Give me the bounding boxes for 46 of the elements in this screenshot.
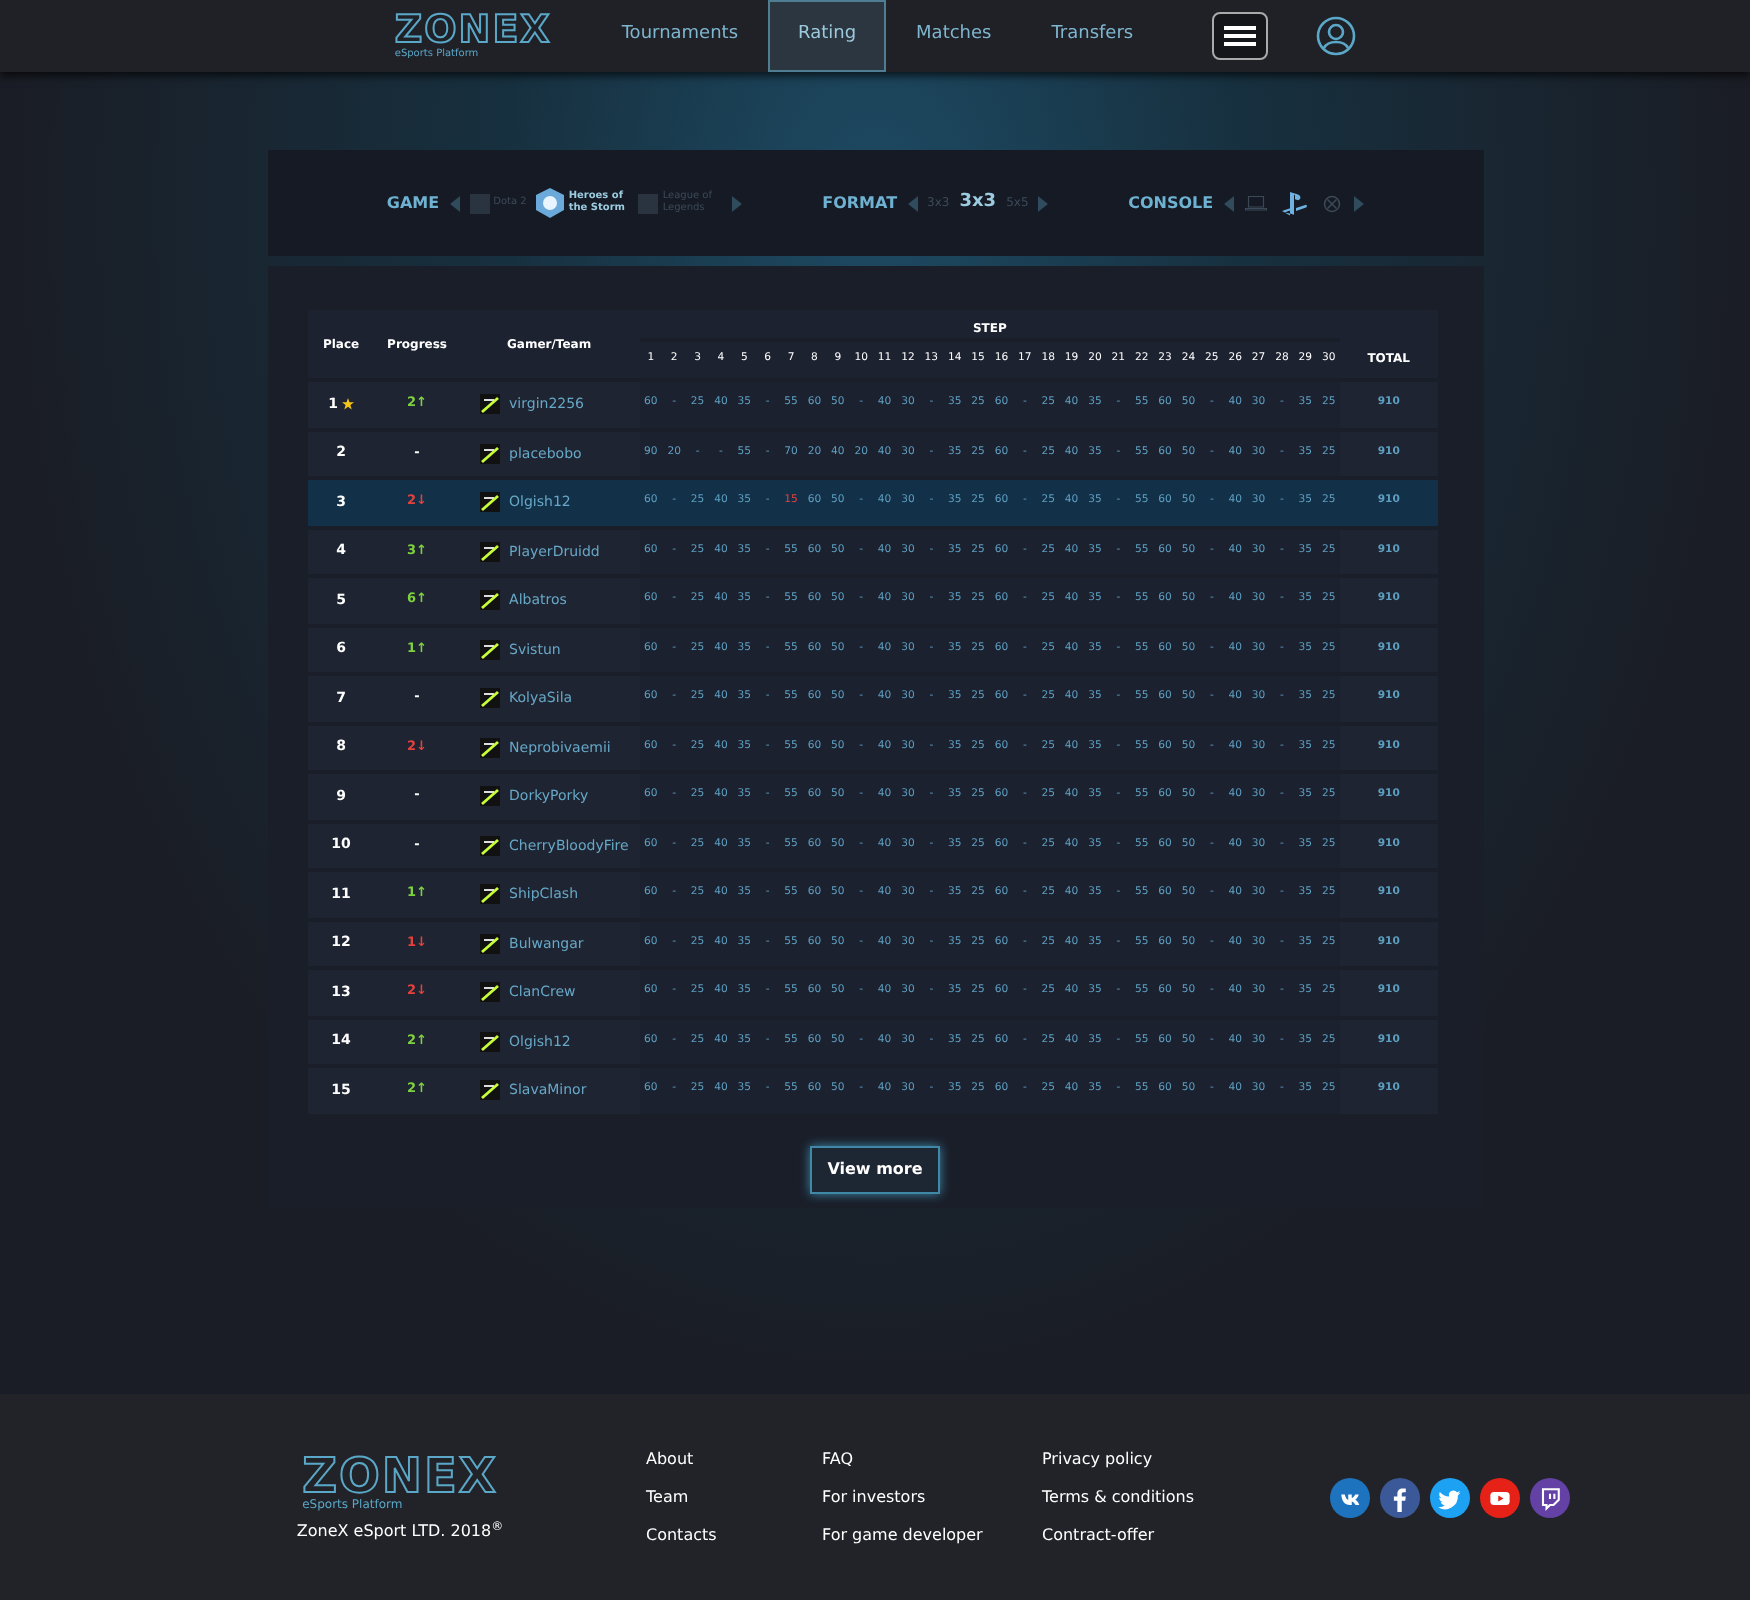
avatar-icon [479, 737, 500, 758]
avatar-icon [479, 933, 500, 954]
nav-tab[interactable]: Tournaments [591, 0, 769, 72]
footer-link[interactable]: For game developer [822, 1523, 1042, 1547]
avatar-icon [479, 492, 500, 513]
vk-icon[interactable] [1330, 1477, 1370, 1517]
format-option[interactable]: 3x3 [959, 189, 997, 217]
avatar-icon [479, 443, 500, 464]
user-icon[interactable] [1315, 16, 1356, 56]
nav-tab[interactable]: Matches [886, 0, 1022, 72]
menu-icon [1223, 24, 1256, 48]
footer-link[interactable]: Team [646, 1485, 822, 1509]
footer-link[interactable]: Terms & conditions [1042, 1485, 1322, 1509]
youtube-icon[interactable] [1480, 1477, 1520, 1517]
game-emblem-icon [638, 193, 659, 213]
avatar-icon [479, 541, 500, 562]
nav-tab[interactable]: Rating [768, 0, 887, 72]
avatar-icon [479, 786, 500, 807]
avatar-icon [479, 639, 500, 660]
avatar-icon [479, 688, 500, 709]
twitter-icon[interactable] [1430, 1477, 1470, 1517]
game-emblem-icon [469, 193, 490, 213]
filter-label: CONSOLE [1128, 191, 1214, 215]
game-emblem-icon [536, 188, 565, 218]
nav-tab[interactable]: Transfers [1021, 0, 1164, 72]
twitch-icon[interactable] [1530, 1477, 1570, 1517]
avatar-icon [479, 982, 500, 1003]
view-more-button[interactable]: View more [809, 1145, 941, 1193]
footer-link[interactable]: FAQ [822, 1447, 1042, 1471]
playstation-icon[interactable] [1277, 187, 1310, 219]
footer-link[interactable]: About [646, 1447, 822, 1471]
avatar-icon [479, 394, 500, 415]
avatar-icon [479, 1031, 500, 1052]
copyright-text: ZoneX eSport LTD. 2018$^{®}$ [296, 1519, 504, 1543]
avatar-icon [479, 590, 500, 611]
avatar-icon [479, 835, 500, 856]
footer-link[interactable]: Privacy policy [1042, 1447, 1322, 1471]
footer-link[interactable]: For investors [822, 1485, 1042, 1509]
filter-label: FORMAT [822, 191, 898, 215]
avatar-icon [479, 1080, 500, 1101]
menu-button[interactable] [1211, 12, 1268, 60]
footer-link[interactable]: Contacts [646, 1523, 822, 1547]
facebook-icon[interactable] [1380, 1477, 1420, 1517]
filter-label: GAME [386, 191, 440, 215]
footer-link[interactable]: Contract-offer [1042, 1523, 1322, 1547]
avatar-icon [479, 884, 500, 905]
